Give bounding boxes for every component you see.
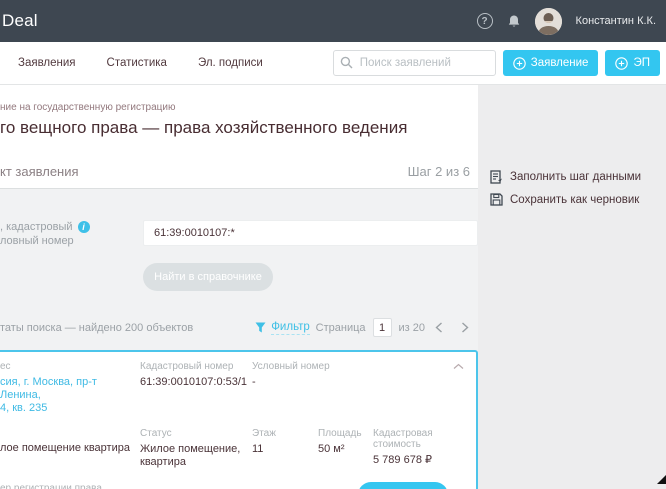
floor-label: Этаж [252,428,276,439]
save-draft-action[interactable]: Сохранить как черновик [490,193,666,206]
nav-item-applications[interactable]: Заявления [18,57,76,69]
filter-control[interactable]: Фильтр [255,321,310,335]
breadcrumb: ние на государственную регистрацию [0,102,176,113]
status-value: Жилое помещение, квартира [140,443,241,468]
right-sidebar: Заполнить шаг данными Сохранить как черн… [478,85,666,489]
cadastral-field-label: , кадастровый i ловный номер [0,220,143,248]
info-icon[interactable]: i [77,221,90,233]
help-icon[interactable]: ? [476,13,493,29]
prev-page-icon[interactable] [432,320,446,335]
address-label: ес [0,361,11,372]
area-value: 50 м² [318,443,345,455]
cadastral-label: Кадастровый номер [140,361,234,372]
user-avatar[interactable] [534,7,562,35]
page-total: из 20 [398,321,425,334]
object-type-cell: лое помещение квартира [0,428,140,469]
page-label: Страница [315,321,366,334]
search-box [332,50,496,76]
search-input[interactable] [332,50,496,76]
conditional-cell: Условный номер - [252,361,442,415]
address-link[interactable]: сия, г. Москва, пр-т Ленина, 4, кв. 235 [0,376,140,415]
filter-funnel-icon [255,322,266,333]
cost-label: Кадастровая стоимость [373,428,433,450]
nav-links: Заявления Статистика Эл. подписи [18,57,263,69]
results-summary: таты поиска — найдено 200 объектов [0,321,194,334]
fill-step-icon [490,170,502,184]
new-signature-button[interactable]: ЭП [605,50,660,76]
find-in-registry-button[interactable]: Найти в справочнике [143,263,273,291]
address-cell: ес сия, г. Москва, пр-т Ленина, 4, кв. 2… [0,361,140,415]
status-cell: Статус Жилое помещение, квартира [140,428,252,469]
conditional-label: Условный номер [252,361,330,372]
area-label: Площадь [318,428,362,439]
nav-right-cluster: Заявление ЭП [332,50,660,76]
section-header: кт заявления Шаг 2 из 6 [0,164,478,189]
step-indicator: Шаг 2 из 6 [407,164,470,179]
notifications-bell-icon[interactable] [507,14,521,29]
page-number-input[interactable]: 1 [372,318,392,337]
search-icon [340,56,353,69]
plus-circle-icon [615,56,629,70]
nav-item-signatures[interactable]: Эл. подписи [198,57,263,69]
page-title: го вещного права — права хозяйственного … [0,118,408,137]
user-name[interactable]: Константин К.К. [576,15,656,27]
save-draft-icon [490,193,503,206]
app-window: Deal ? Константин К.К. Заявления Статист… [0,0,666,489]
result-card: ес сия, г. Москва, пр-т Ленина, 4, кв. 2… [0,350,478,489]
main-column: ние на государственную регистрацию го ве… [0,85,478,489]
content-area: ние на государственную регистрацию го ве… [0,85,666,489]
cadastral-number-input[interactable] [143,220,478,246]
top-header: Deal ? Константин К.К. [0,0,666,42]
floor-cell: Этаж 11 [252,428,318,469]
fill-step-action[interactable]: Заполнить шаг данными [490,170,666,184]
nav-bar: Заявления Статистика Эл. подписи Заявлен… [0,42,666,85]
object-type-value: лое помещение квартира [0,442,130,454]
cost-value: 5 789 678 ₽ [373,454,432,466]
cadastral-value: 61:39:0010107:0:53/1 [140,376,248,388]
collapse-chevron-icon[interactable] [451,361,476,415]
status-label: Статус [140,428,172,439]
select-button[interactable]: Выбрать [357,482,448,489]
pagination: Страница 1 из 20 [316,318,472,337]
results-header: таты поиска — найдено 200 объектов Фильт… [0,318,478,337]
registration-label: ер регистрации права [0,483,102,489]
new-application-button[interactable]: Заявление [502,50,599,76]
nav-item-statistics[interactable]: Статистика [107,57,167,69]
next-page-icon[interactable] [458,320,472,335]
floor-value: 11 [252,443,264,455]
section-title: кт заявления [0,164,79,179]
cost-cell: Кадастровая стоимость 5 789 678 ₽ [373,428,476,469]
conditional-value: - [252,376,256,388]
cadastral-search-row: , кадастровый i ловный номер [0,220,478,248]
cadastral-cell: Кадастровый номер 61:39:0010107:0:53/1 [140,361,252,415]
app-logo[interactable]: Deal [2,11,38,31]
header-actions: ? Константин К.К. [476,7,656,35]
step-form-panel: , кадастровый i ловный номер Найти в спр… [0,189,478,489]
area-cell: Площадь 50 м² [318,428,373,469]
plus-circle-icon [513,56,526,70]
